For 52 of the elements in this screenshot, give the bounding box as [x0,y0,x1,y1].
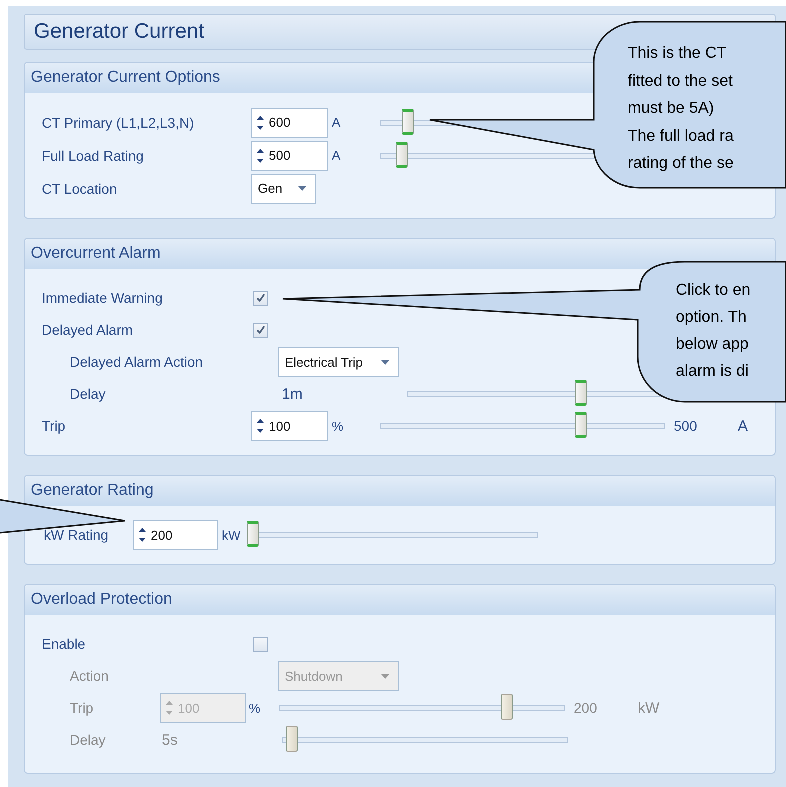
slider-thumb[interactable] [575,412,588,438]
section-title: Generator Rating [25,476,775,506]
field-label: CT Location [42,180,118,196]
field-label: kW Rating [44,527,110,543]
unit-label: A [332,115,342,130]
max-unit: A [738,418,748,434]
value-text: 1m [282,386,304,402]
field-label: Enable [42,636,87,652]
unit-label: % [332,418,345,434]
field-label: Immediate Warning [42,290,164,306]
field-label: CT Primary (L1,L2,L3,N) [42,114,196,130]
spin-arrows-icon [256,417,265,435]
spinner-field[interactable]: 500 [251,140,328,170]
checkbox[interactable] [253,322,268,338]
spinner-field[interactable]: 200 [133,520,218,550]
spin-arrows-icon [256,146,265,164]
section-title: Overload Protection [25,585,775,615]
slider-thumb[interactable] [396,142,408,168]
section-title: Overcurrent Alarm [25,239,775,269]
unit-label: % [249,700,262,716]
spin-arrows-icon [138,526,147,544]
unit-label: A [332,148,342,163]
spin-arrows-icon [165,699,174,717]
check-icon [256,325,266,335]
field-label: Delay [70,386,107,402]
dropdown[interactable]: Electrical Trip [278,347,399,377]
spin-arrows-icon [256,114,265,132]
field-label: Trip [42,418,67,434]
field-label: Delayed Alarm Action [70,354,204,370]
field-label: Trip [70,700,95,716]
spinner-field[interactable]: 600 [251,108,328,138]
checkbox[interactable] [253,290,268,306]
caret-icon [381,360,390,364]
value-text: 5s [162,732,179,748]
max-value: 200 [574,700,598,716]
slider-thumb[interactable] [246,521,259,547]
check-icon [256,293,266,303]
caret-icon [381,674,390,678]
caret-icon [298,186,307,191]
max-unit: kW [638,700,660,716]
field-label: Delay [70,732,107,748]
slider-thumb[interactable] [402,108,414,134]
checkbox[interactable] [253,636,268,652]
slider-thumb[interactable] [575,380,588,406]
field-label: Action [70,668,110,684]
spinner-field[interactable]: 100 [251,411,328,441]
field-label: Delayed Alarm [42,322,134,338]
dropdown[interactable]: Gen [251,174,316,204]
callout-text: Click to en option. Th below app alarm is di [676,281,751,382]
max-value: 500 [674,418,698,434]
field-label: Full Load Rating [42,148,145,164]
unit-label: kW [222,528,242,542]
